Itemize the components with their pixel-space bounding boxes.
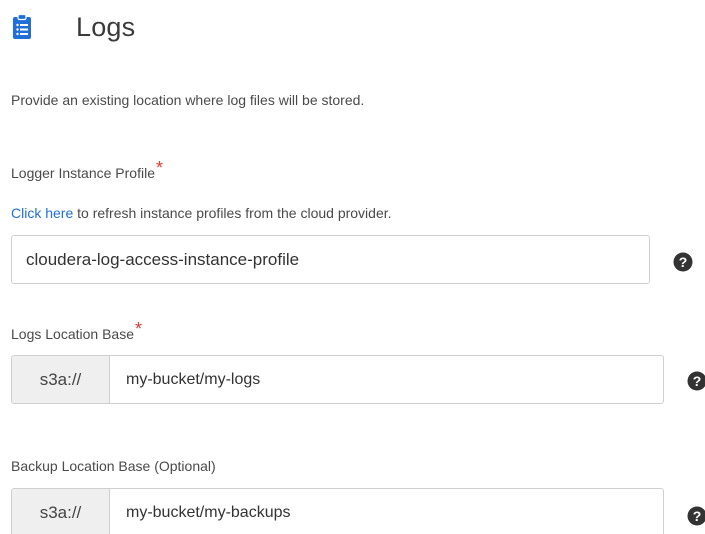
backup-location-input[interactable] <box>110 489 663 534</box>
refresh-profiles-link[interactable]: Click here <box>11 205 73 221</box>
svg-text:?: ? <box>679 254 688 270</box>
backup-location-label-text: Backup Location Base (Optional) <box>11 458 216 474</box>
backup-location-label: Backup Location Base (Optional) <box>11 458 216 474</box>
logger-profile-label: Logger Instance Profile* <box>11 158 163 183</box>
logs-location-prefix: s3a:// <box>12 356 110 403</box>
logs-location-label-text: Logs Location Base <box>11 326 134 342</box>
help-icon[interactable]: ? <box>673 252 693 272</box>
logger-profile-input[interactable] <box>11 235 650 284</box>
backup-location-group: s3a:// <box>11 488 664 534</box>
page-header: Logs <box>12 12 135 42</box>
logger-profile-label-text: Logger Instance Profile <box>11 165 155 181</box>
logs-location-group: s3a:// <box>11 355 664 404</box>
required-mark: * <box>155 158 163 178</box>
clipboard-list-icon <box>13 14 31 39</box>
logs-page: Logs Provide an existing location where … <box>0 0 705 534</box>
intro-text: Provide an existing location where log f… <box>11 92 365 108</box>
logs-location-input[interactable] <box>110 356 663 403</box>
logs-location-label: Logs Location Base* <box>11 319 142 344</box>
help-icon[interactable]: ? <box>687 506 705 526</box>
page-title: Logs <box>76 11 136 42</box>
svg-text:?: ? <box>693 373 702 389</box>
backup-location-prefix: s3a:// <box>12 489 110 534</box>
required-mark: * <box>134 319 142 339</box>
svg-text:?: ? <box>693 508 702 524</box>
refresh-helper-text: Click here to refresh instance profiles … <box>11 205 392 221</box>
refresh-helper-suffix: to refresh instance profiles from the cl… <box>73 205 392 221</box>
help-icon[interactable]: ? <box>687 371 705 391</box>
